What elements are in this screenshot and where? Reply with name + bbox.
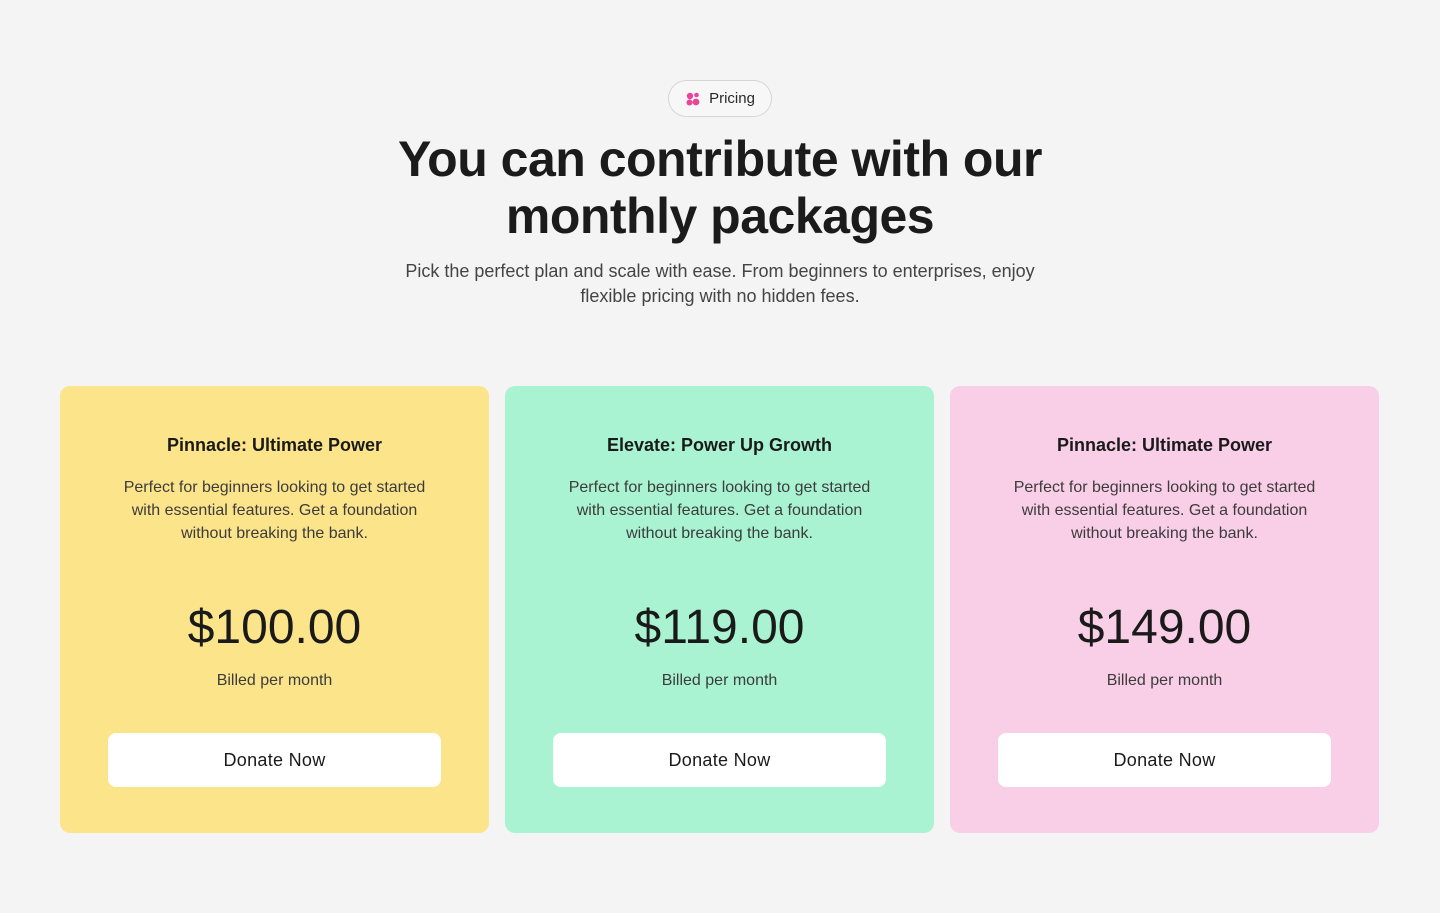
plan-billing-period: Billed per month (216, 672, 333, 689)
pricing-badge-label: Pricing (709, 90, 755, 107)
pricing-header: Pricing You can contribute with our mont… (0, 80, 1440, 309)
donate-now-button[interactable]: Donate Now (553, 733, 886, 787)
donate-now-button[interactable]: Donate Now (998, 733, 1331, 787)
pricing-cards: Pinnacle: Ultimate Power Perfect for beg… (60, 386, 1380, 833)
plan-description: Perfect for beginners looking to get sta… (123, 479, 426, 542)
plan-billing-period: Billed per month (661, 672, 778, 689)
donate-now-button[interactable]: Donate Now (108, 733, 441, 787)
pricing-badge: Pricing (668, 80, 772, 117)
plan-title: Pinnacle: Ultimate Power (1056, 435, 1273, 455)
pricing-card: Pinnacle: Ultimate Power Perfect for beg… (60, 386, 489, 833)
plan-price: $119.00 (634, 601, 805, 654)
plan-billing-period: Billed per month (1106, 672, 1223, 689)
pricing-page: Pricing You can contribute with our mont… (0, 0, 1440, 913)
page-subtitle: Pick the perfect plan and scale with eas… (405, 261, 1035, 306)
flower-icon (686, 92, 700, 105)
plan-price: $100.00 (187, 601, 362, 654)
pricing-card: Elevate: Power Up Growth Perfect for beg… (505, 386, 934, 833)
plan-price: $149.00 (1077, 601, 1252, 654)
pricing-card: Pinnacle: Ultimate Power Perfect for beg… (950, 386, 1379, 833)
plan-description: Perfect for beginners looking to get sta… (1013, 479, 1316, 542)
plan-description: Perfect for beginners looking to get sta… (568, 479, 871, 542)
page-title: You can contribute with our monthly pack… (398, 131, 1042, 244)
plan-title: Elevate: Power Up Growth (606, 435, 833, 455)
plan-title: Pinnacle: Ultimate Power (166, 435, 383, 455)
